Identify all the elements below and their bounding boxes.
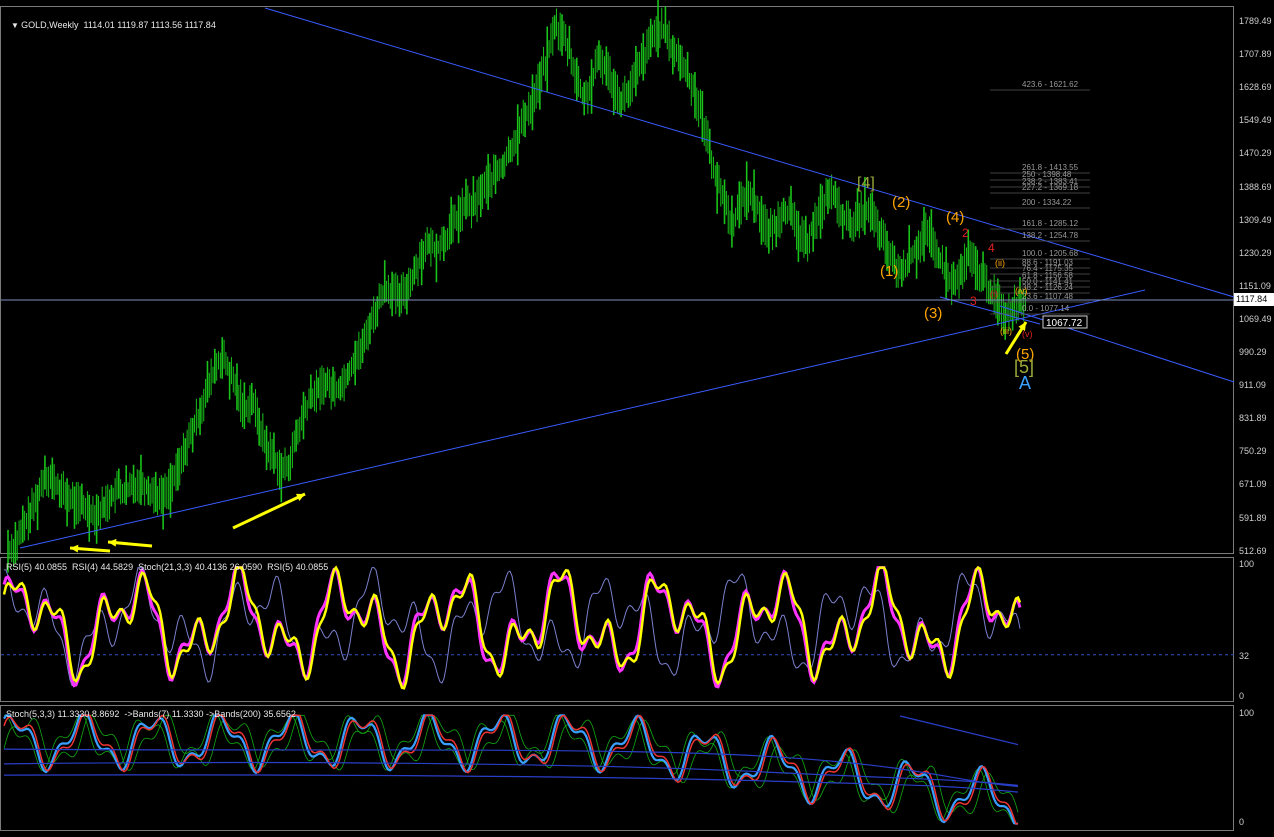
low-price-label: 1067.72 bbox=[1046, 318, 1083, 329]
wave-label-iii: (iii) bbox=[1000, 326, 1012, 336]
wave-label-3: (3) bbox=[924, 305, 942, 322]
fib-level-label: 161.8 - 1285.12 bbox=[1022, 219, 1079, 228]
lower-trendline bbox=[19, 289, 1146, 549]
bands-axis-100: 100 bbox=[1239, 708, 1255, 718]
annotation-arrow-left-2-head bbox=[70, 544, 79, 553]
price-axis: 1789.49 1707.89 1628.69 1549.49 1470.29 1388.… bbox=[1234, 6, 1274, 556]
price-tick-label: 990.29 bbox=[1239, 347, 1267, 357]
price-tick-label: 1069.49 bbox=[1239, 313, 1272, 324]
collapse-icon[interactable]: ▼ bbox=[11, 21, 21, 30]
wave-label-ii: (ii) bbox=[995, 258, 1005, 268]
band200-top-edge bbox=[899, 715, 1019, 746]
bands-header: Stoch(5,3,3) 11.3330 8.8692 ->Bands(7) 1… bbox=[6, 709, 296, 719]
price-tick-label: 1470.29 bbox=[1239, 148, 1272, 159]
wave-label-2: (2) bbox=[892, 194, 910, 211]
channel-line bbox=[999, 305, 1235, 383]
price-tick-label: 1309.49 bbox=[1239, 214, 1272, 225]
price-tick-label: 1549.49 bbox=[1239, 115, 1272, 126]
rsi-axis: 100 32 0 bbox=[1234, 557, 1274, 702]
wave-label-red-4: 4 bbox=[988, 241, 995, 255]
chart-header: ▼ GOLD,Weekly 1114.01 1119.87 1113.56 11… bbox=[6, 10, 216, 30]
price-tick-label: 1707.89 bbox=[1239, 49, 1272, 60]
ohlc-values: 1114.01 1119.87 1113.56 1117.84 bbox=[83, 20, 216, 30]
band200-mid bbox=[3, 761, 1019, 786]
annotation-arrow-middle bbox=[232, 492, 306, 530]
rsi5-line bbox=[2, 565, 1022, 690]
date-axis bbox=[0, 831, 1274, 837]
fib-level-label: 100.0 - 1205.68 bbox=[1022, 249, 1079, 258]
fib-level-label: 38.2 - 1126.24 bbox=[1022, 283, 1074, 292]
wave-label-i: (i) bbox=[990, 289, 998, 299]
price-tick-label: 1789.49 bbox=[1239, 16, 1272, 26]
fib-level-label: 0.0 - 1077.14 bbox=[1022, 304, 1070, 313]
annotation-arrow-left-1-head bbox=[108, 538, 117, 547]
wave-label-A: A bbox=[1019, 373, 1031, 393]
price-tick-label: 671.09 bbox=[1239, 479, 1267, 490]
price-tick-label: 591.89 bbox=[1239, 512, 1267, 523]
fib-level-label: 227.2 - 1369.18 bbox=[1022, 183, 1079, 192]
price-tick-label: 831.89 bbox=[1239, 413, 1267, 424]
price-tick-label: 1151.09 bbox=[1239, 280, 1271, 291]
current-price-label: 1117.84 bbox=[1234, 293, 1274, 306]
fib-level-label: 138.2 - 1254.78 bbox=[1022, 231, 1079, 240]
bands-axis-0: 0 bbox=[1239, 817, 1245, 827]
upper-trendline bbox=[264, 7, 1235, 298]
fib-level-label: 423.6 - 1621.62 bbox=[1022, 80, 1079, 89]
price-tick-label: 911.09 bbox=[1239, 380, 1266, 391]
price-tick-label: 750.29 bbox=[1239, 446, 1267, 457]
band200-upper bbox=[3, 748, 1019, 788]
wave-label-4-bracket: [4] bbox=[857, 175, 875, 192]
price-tick-label: 512.69 bbox=[1239, 545, 1267, 556]
symbol-label: GOLD,Weekly bbox=[21, 20, 79, 30]
rsi-axis-100: 100 bbox=[1239, 559, 1255, 569]
fib-level-label: 23.6 - 1107.48 bbox=[1022, 292, 1074, 301]
wave-label-1: (1) bbox=[880, 263, 898, 280]
rsi-axis-0: 0 bbox=[1239, 691, 1245, 701]
stoch-signal-line bbox=[3, 714, 1018, 825]
wave-label-iv: (iv) bbox=[1015, 286, 1028, 296]
wave-label-v: (v) bbox=[1022, 329, 1033, 339]
rsi-axis-32: 32 bbox=[1239, 651, 1250, 661]
price-tick-label: 1230.29 bbox=[1239, 247, 1272, 258]
wave-label-4: (4) bbox=[946, 209, 964, 226]
wave-label-red-3: 3 bbox=[970, 294, 977, 308]
price-tick-label: 1388.69 bbox=[1239, 181, 1272, 192]
fib-level-label: 200 - 1334.22 bbox=[1022, 198, 1072, 207]
rsi-header: RSI(5) 40.0855 RSI(4) 44.5829 Stoch(21,3… bbox=[6, 562, 329, 572]
bands-axis: 100 0 bbox=[1234, 705, 1274, 831]
price-tick-label: 1628.69 bbox=[1239, 82, 1272, 93]
wave-label-red-2: 2 bbox=[962, 226, 969, 240]
